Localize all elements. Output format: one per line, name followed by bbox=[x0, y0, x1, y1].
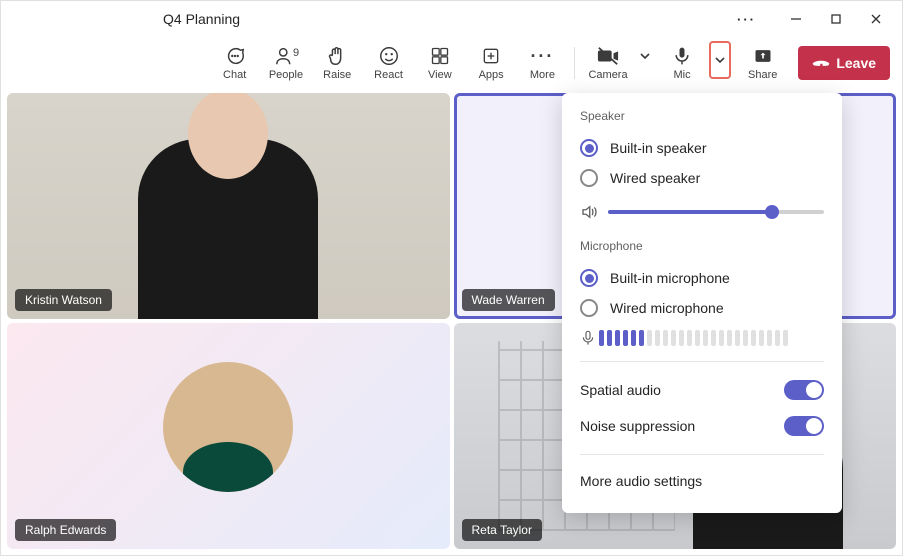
camera-label: Camera bbox=[588, 69, 627, 81]
participant-name: Kristin Watson bbox=[15, 289, 112, 311]
meeting-toolbar: Chat 9 People Raise React View Apps ··· bbox=[1, 37, 902, 89]
mic-icon bbox=[672, 45, 692, 67]
react-button[interactable]: React bbox=[363, 45, 414, 81]
apps-icon bbox=[481, 45, 501, 67]
share-button[interactable]: Share bbox=[737, 45, 788, 81]
spatial-audio-row[interactable]: Spatial audio bbox=[580, 372, 824, 408]
minimize-button[interactable] bbox=[778, 5, 814, 33]
leave-button[interactable]: Leave bbox=[798, 46, 890, 80]
more-button[interactable]: ··· More bbox=[517, 45, 568, 81]
mic-section-label: Microphone bbox=[580, 239, 824, 253]
panel-divider bbox=[580, 361, 824, 362]
apps-button[interactable]: Apps bbox=[465, 45, 516, 81]
leave-icon bbox=[812, 54, 830, 72]
close-button[interactable] bbox=[858, 5, 894, 33]
participant-name: Reta Taylor bbox=[462, 519, 542, 541]
mic-option-label: Built-in microphone bbox=[610, 270, 730, 286]
speaker-section-label: Speaker bbox=[580, 109, 824, 123]
speaker-volume-slider[interactable] bbox=[608, 210, 824, 214]
participant-name: Ralph Edwards bbox=[15, 519, 116, 541]
participant-tile[interactable]: Kristin Watson bbox=[7, 93, 450, 319]
share-label: Share bbox=[748, 69, 777, 81]
radio-selected-icon bbox=[580, 269, 598, 287]
noise-suppression-row[interactable]: Noise suppression bbox=[580, 408, 824, 444]
meeting-title: Q4 Planning bbox=[163, 11, 240, 27]
speaker-option-label: Wired speaker bbox=[610, 170, 700, 186]
camera-off-icon bbox=[597, 45, 619, 67]
spatial-audio-label: Spatial audio bbox=[580, 382, 661, 398]
people-button[interactable]: 9 People bbox=[260, 45, 311, 81]
mic-option-wired[interactable]: Wired microphone bbox=[580, 293, 824, 323]
participant-tile[interactable]: Ralph Edwards bbox=[7, 323, 450, 549]
view-icon bbox=[430, 45, 450, 67]
radio-unselected-icon bbox=[580, 299, 598, 317]
mic-level-icon bbox=[580, 329, 596, 347]
more-icon: ··· bbox=[530, 45, 554, 67]
camera-button[interactable]: Camera bbox=[581, 45, 635, 81]
raise-label: Raise bbox=[323, 69, 351, 81]
mic-options-chevron[interactable] bbox=[709, 41, 731, 79]
more-label: More bbox=[530, 69, 555, 81]
speaker-option-label: Built-in speaker bbox=[610, 140, 707, 156]
chat-button[interactable]: Chat bbox=[209, 45, 260, 81]
view-label: View bbox=[428, 69, 452, 81]
chat-icon bbox=[224, 45, 246, 67]
noise-suppression-label: Noise suppression bbox=[580, 418, 695, 434]
people-label: People bbox=[269, 69, 303, 81]
mic-level-meter bbox=[580, 329, 824, 347]
share-icon bbox=[753, 45, 773, 67]
react-label: React bbox=[374, 69, 403, 81]
more-audio-settings-link[interactable]: More audio settings bbox=[580, 465, 824, 497]
people-count: 9 bbox=[293, 47, 299, 59]
maximize-button[interactable] bbox=[818, 5, 854, 33]
leave-label: Leave bbox=[836, 55, 876, 71]
speaker-volume-icon bbox=[580, 203, 598, 221]
mic-label: Mic bbox=[673, 69, 690, 81]
raise-button[interactable]: Raise bbox=[312, 45, 363, 81]
mic-button[interactable]: Mic bbox=[655, 45, 709, 81]
camera-options-chevron[interactable] bbox=[635, 45, 655, 67]
apps-label: Apps bbox=[479, 69, 504, 81]
title-bar: Q4 Planning ··· bbox=[1, 1, 902, 37]
participant-name: Wade Warren bbox=[462, 289, 555, 311]
speaker-option-builtin[interactable]: Built-in speaker bbox=[580, 133, 824, 163]
chat-label: Chat bbox=[223, 69, 246, 81]
toolbar-divider bbox=[574, 47, 575, 79]
people-icon: 9 bbox=[275, 45, 297, 67]
radio-selected-icon bbox=[580, 139, 598, 157]
speaker-option-wired[interactable]: Wired speaker bbox=[580, 163, 824, 193]
view-button[interactable]: View bbox=[414, 45, 465, 81]
audio-settings-panel: Speaker Built-in speaker Wired speaker M… bbox=[562, 93, 842, 513]
panel-divider bbox=[580, 454, 824, 455]
spatial-audio-toggle[interactable] bbox=[784, 380, 824, 400]
more-options-icon[interactable]: ··· bbox=[737, 12, 756, 27]
radio-unselected-icon bbox=[580, 169, 598, 187]
noise-suppression-toggle[interactable] bbox=[784, 416, 824, 436]
mic-option-label: Wired microphone bbox=[610, 300, 724, 316]
react-icon bbox=[378, 45, 400, 67]
raise-hand-icon bbox=[326, 45, 348, 67]
mic-option-builtin[interactable]: Built-in microphone bbox=[580, 263, 824, 293]
